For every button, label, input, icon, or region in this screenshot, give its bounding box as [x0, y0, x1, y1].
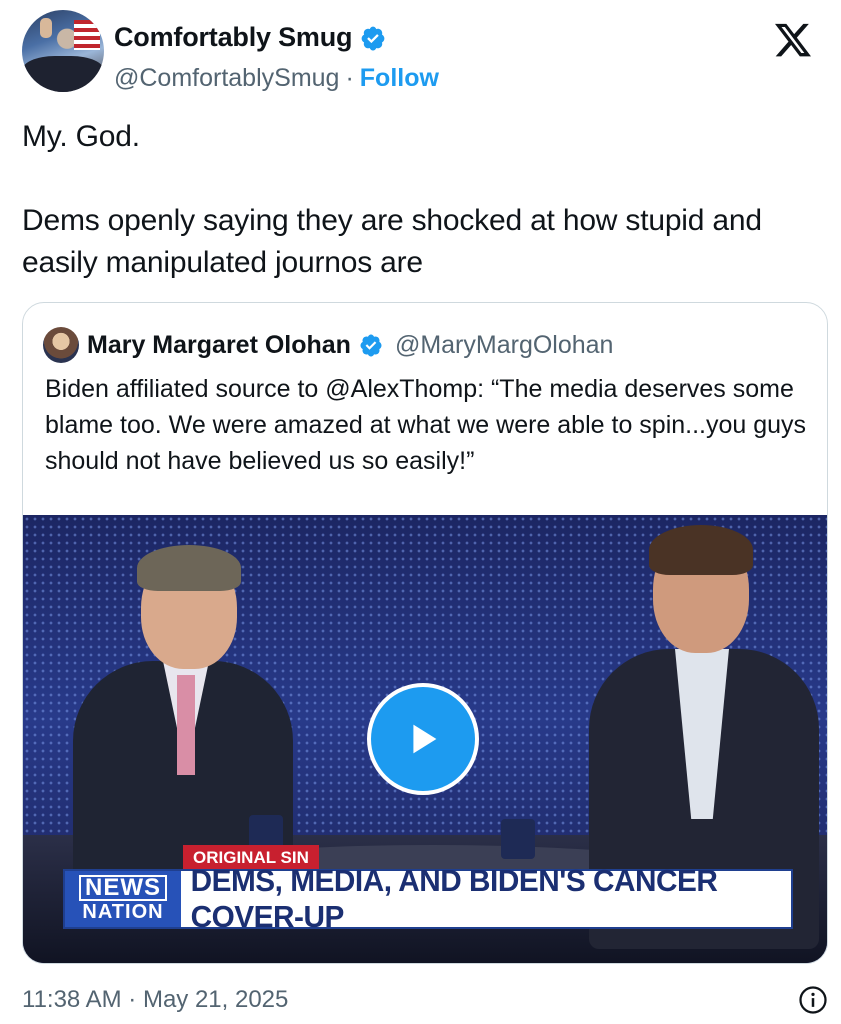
newsnation-logo: NEWS NATION	[65, 871, 181, 927]
video-player[interactable]: ORIGINAL SIN NEWS NATION DEMS, MEDIA, AN…	[23, 515, 827, 963]
logo-line-2: NATION	[82, 901, 164, 923]
author-avatar[interactable]	[22, 10, 104, 92]
mug	[501, 819, 535, 859]
handle-separator: ·	[345, 64, 354, 92]
author-name-row: Comfortably Smug	[114, 22, 386, 53]
quoted-tweet-card[interactable]: Mary Margaret Olohan @MaryMargOlohan Bid…	[22, 302, 828, 964]
quoted-author-name: Mary Margaret Olohan	[87, 330, 351, 359]
quoted-tweet-header: Mary Margaret Olohan @MaryMargOlohan	[43, 327, 613, 363]
tweet-text-line: Dems openly saying they are shocked at h…	[22, 204, 762, 279]
quoted-tweet-text: Biden affiliated source to @AlexThomp: “…	[45, 375, 807, 475]
follow-button[interactable]: Follow	[360, 64, 439, 93]
avatar-flag	[74, 20, 100, 50]
tweet-footer: 11:38 AM · May 21, 2025	[22, 982, 828, 1018]
chyron-headline: DEMS, MEDIA, AND BIDEN'S CANCER COVER-UP	[190, 863, 718, 934]
verified-badge-icon	[360, 334, 382, 357]
avatar-people	[22, 56, 104, 92]
tweet-timestamp[interactable]: 11:38 AM · May 21, 2025	[22, 986, 288, 1014]
chyron-bar: NEWS NATION DEMS, MEDIA, AND BIDEN'S CAN…	[63, 863, 793, 934]
tweet-header: Comfortably Smug @ComfortablySmug · Foll…	[22, 8, 821, 96]
tweet-text: My. God. Dems openly saying they are sho…	[22, 116, 822, 284]
play-button[interactable]	[367, 683, 479, 795]
author-handle[interactable]: @ComfortablySmug	[114, 64, 339, 93]
info-icon[interactable]	[798, 985, 828, 1015]
quoted-author-handle: @MaryMargOlohan	[394, 330, 614, 359]
avatar-fist	[40, 18, 52, 38]
play-icon	[413, 724, 437, 754]
tweet-text-line: My. God.	[22, 120, 140, 153]
logo-line-1: NEWS	[79, 875, 167, 901]
author-handle-row: @ComfortablySmug · Follow	[114, 64, 439, 93]
quoted-author-avatar	[43, 327, 79, 363]
author-display-name[interactable]: Comfortably Smug	[114, 22, 353, 53]
x-logo-icon[interactable]	[773, 20, 813, 60]
verified-badge-icon	[361, 26, 385, 50]
